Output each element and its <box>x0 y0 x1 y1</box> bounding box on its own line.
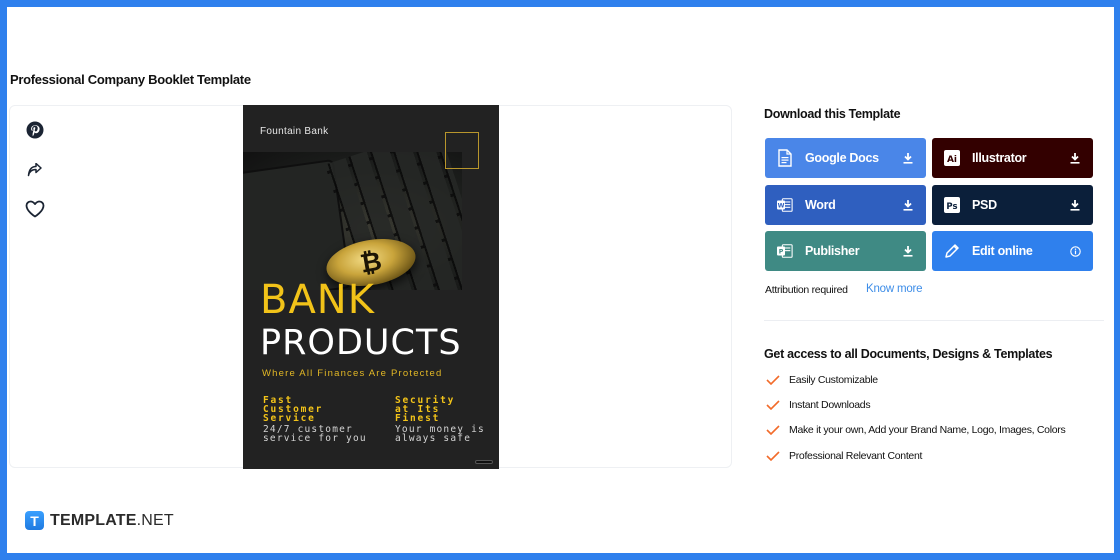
heart-icon[interactable] <box>24 198 46 220</box>
svg-text:Ai: Ai <box>947 155 957 165</box>
download-icon <box>1069 199 1081 211</box>
download-icon <box>902 152 914 164</box>
cover-feature-desc: Your money is always safe <box>395 425 485 444</box>
button-label: Google Docs <box>805 151 879 165</box>
svg-text:P: P <box>779 249 784 256</box>
cover-feature-desc: 24/7 customer service for you <box>263 425 367 444</box>
feature-item: Instant Downloads <box>766 399 871 411</box>
google-docs-icon <box>777 149 793 167</box>
publisher-download-button[interactable]: P Publisher <box>765 231 926 271</box>
feature-text: Instant Downloads <box>789 399 871 411</box>
button-label: Word <box>805 198 836 212</box>
button-label: Edit online <box>972 244 1033 258</box>
feature-title-line: Service <box>263 413 316 424</box>
svg-text:W: W <box>778 203 785 210</box>
share-icon[interactable] <box>24 159 46 181</box>
section-divider <box>764 320 1104 321</box>
check-icon <box>766 400 780 410</box>
download-icon <box>902 199 914 211</box>
publisher-icon: P <box>777 242 793 260</box>
logo-bold: TEMPLATE <box>50 511 137 529</box>
feature-item: Professional Relevant Content <box>766 450 922 462</box>
illustrator-icon: Ai <box>944 149 960 167</box>
feature-text: Make it your own, Add your Brand Name, L… <box>789 424 1066 436</box>
feature-text: Professional Relevant Content <box>789 450 923 462</box>
check-icon <box>766 425 780 435</box>
pinterest-icon[interactable] <box>24 119 46 141</box>
button-label: Illustrator <box>972 151 1027 165</box>
cover-title-line-2: PRODUCTS <box>260 323 462 363</box>
template-net-logo[interactable]: T TEMPLATE.NET <box>25 511 174 530</box>
cover-feature-title: Security at Its Finest <box>395 396 455 424</box>
svg-text:Ps: Ps <box>946 202 957 212</box>
info-icon[interactable] <box>1069 245 1081 257</box>
cover-tagline: Where All Finances Are Protected <box>262 368 443 379</box>
psd-download-button[interactable]: Ps PSD <box>932 185 1093 225</box>
pencil-icon <box>944 242 960 260</box>
access-heading: Get access to all Documents, Designs & T… <box>764 347 1053 361</box>
photoshop-icon: Ps <box>944 196 960 214</box>
word-download-button[interactable]: W Word <box>765 185 926 225</box>
button-label: Publisher <box>805 244 860 258</box>
feature-desc-line: always safe <box>395 433 472 444</box>
word-icon: W <box>777 196 793 214</box>
cover-gold-frame <box>445 132 479 169</box>
know-more-link[interactable]: Know more <box>866 283 923 295</box>
logo-light: .NET <box>136 511 174 529</box>
attribution-text: Attribution required <box>765 284 848 296</box>
cover-feature-title: Fast Customer Service <box>263 396 323 424</box>
edit-online-button[interactable]: Edit online <box>932 231 1093 271</box>
check-icon <box>766 451 780 461</box>
download-icon <box>902 245 914 257</box>
google-docs-download-button[interactable]: Google Docs <box>765 138 926 178</box>
page-title: Professional Company Booklet Template <box>10 72 251 87</box>
feature-item: Make it your own, Add your Brand Name, L… <box>766 424 1066 436</box>
template-logo-icon: T <box>25 511 44 530</box>
feature-desc-line: service for you <box>263 433 367 444</box>
feature-title-line: Finest <box>395 413 441 424</box>
booklet-cover-preview[interactable]: Fountain Bank ₿ BANK PRODUCTS Where All … <box>243 105 499 469</box>
cover-watermark-badge <box>475 460 493 464</box>
download-icon <box>1069 152 1081 164</box>
cover-bank-name: Fountain Bank <box>260 126 329 137</box>
cover-title-line-1: BANK <box>260 277 375 323</box>
feature-item: Easily Customizable <box>766 374 878 386</box>
check-icon <box>766 375 780 385</box>
download-heading: Download this Template <box>764 107 901 121</box>
button-label: PSD <box>972 198 997 212</box>
feature-text: Easily Customizable <box>789 374 878 386</box>
cover-photo: ₿ <box>243 152 462 290</box>
illustrator-download-button[interactable]: Ai Illustrator <box>932 138 1093 178</box>
logo-wordmark: TEMPLATE.NET <box>50 512 174 530</box>
